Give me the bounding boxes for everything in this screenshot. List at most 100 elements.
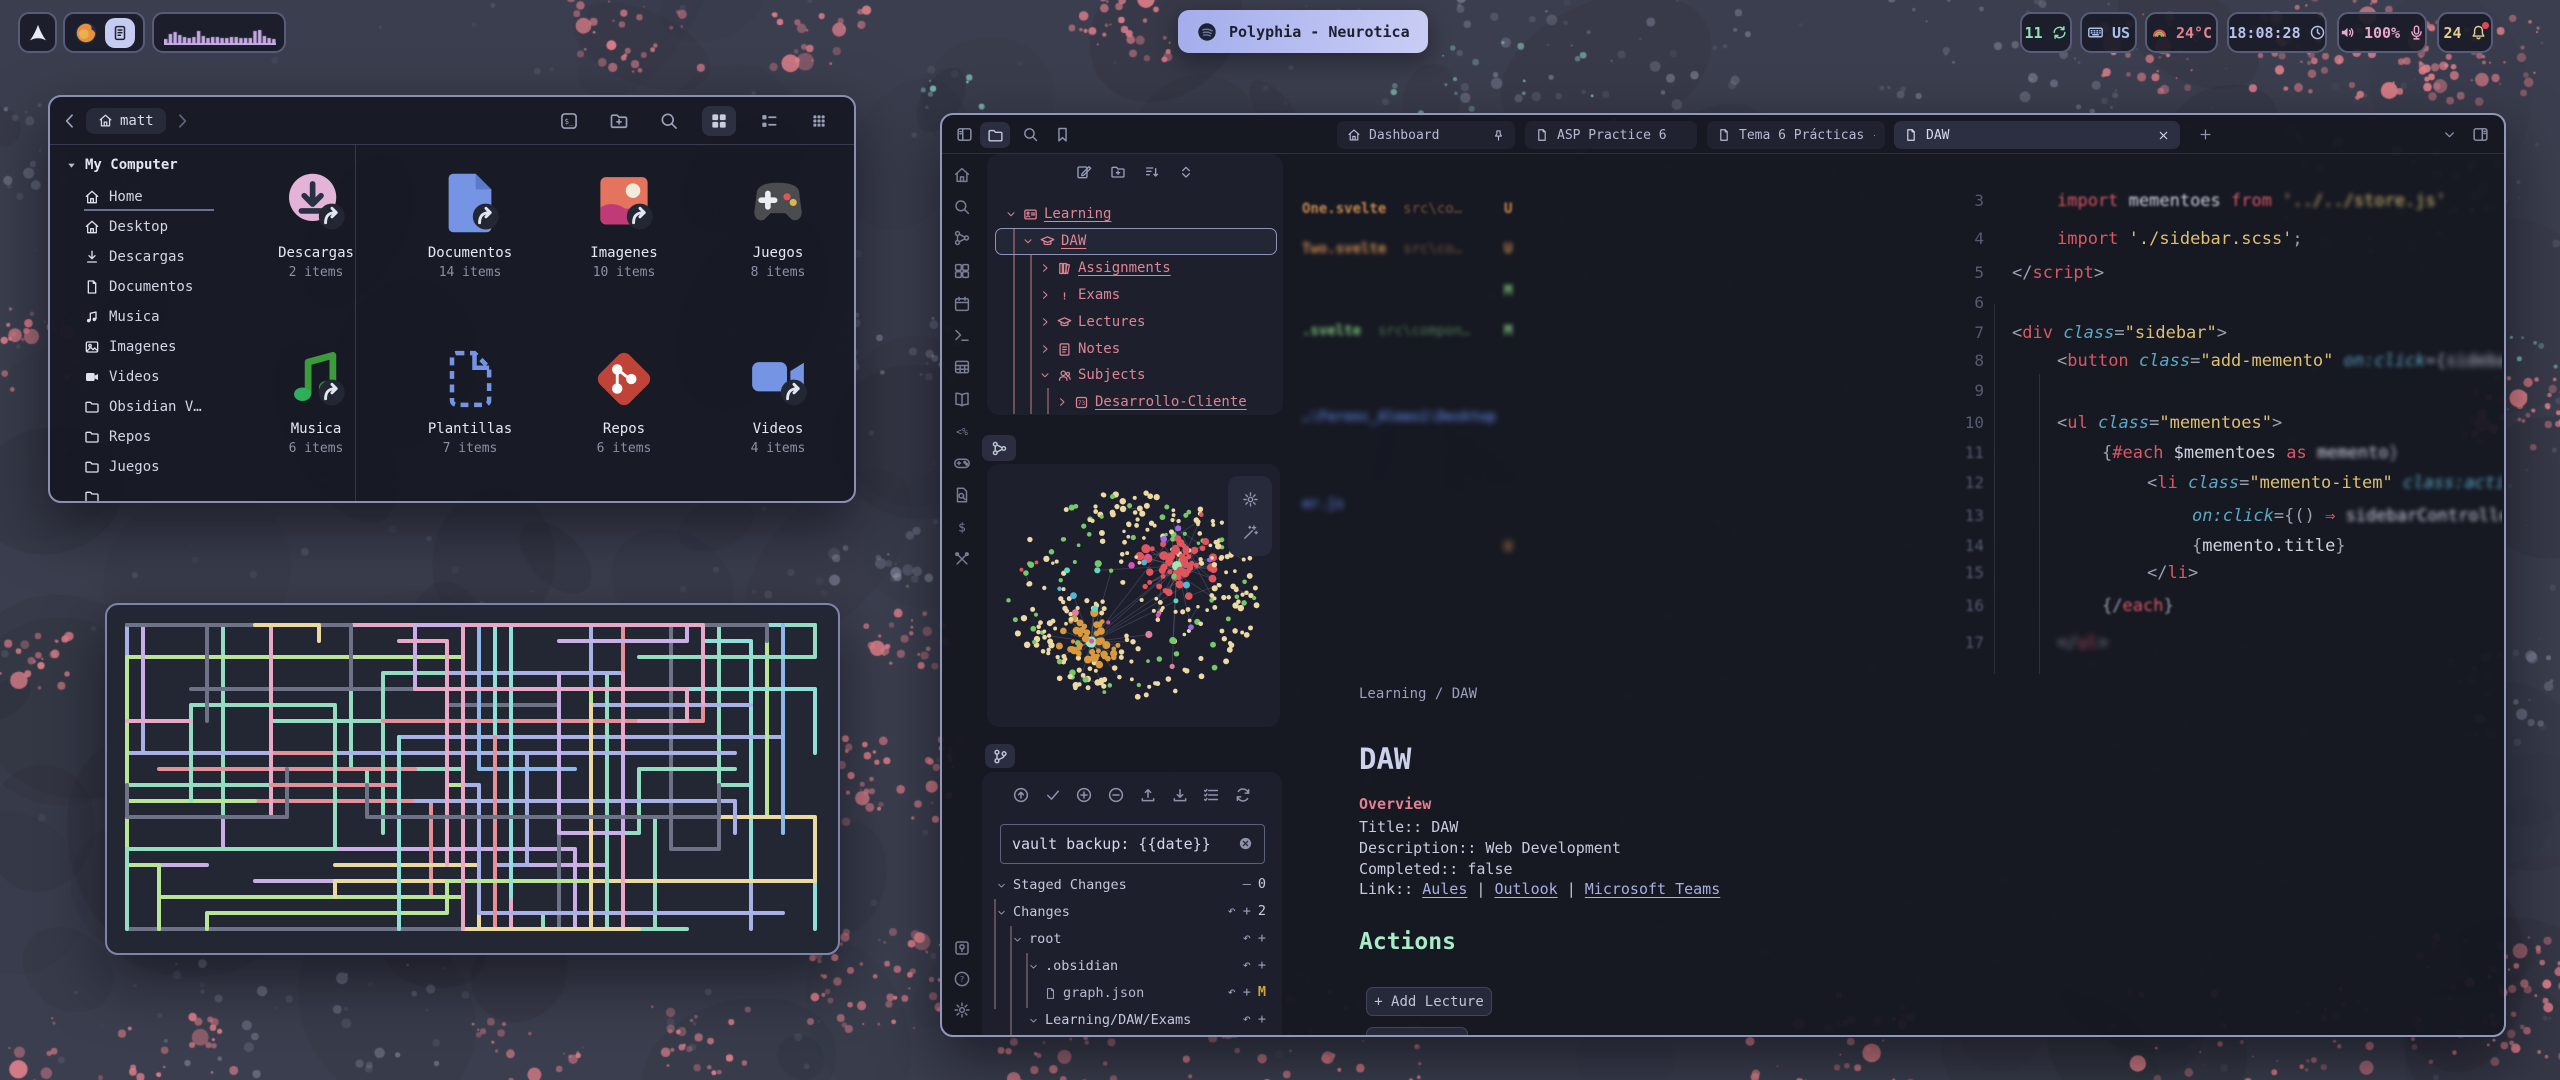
ribbon-file-search-icon[interactable] [953, 486, 971, 504]
chevron-down-icon[interactable] [1028, 961, 1039, 972]
chevron-right-icon[interactable] [1056, 396, 1068, 408]
tree-item-daw[interactable]: DAW [1022, 228, 1086, 254]
tree-item-learning[interactable]: Learning [1005, 201, 1111, 227]
ribbon-gamepad-icon[interactable] [953, 454, 971, 472]
ribbon-search-icon[interactable] [953, 198, 971, 216]
status-pill-keyboard-layout[interactable]: US [2080, 12, 2137, 53]
fm-tool-grid-view[interactable] [702, 106, 736, 136]
file-item-juegos[interactable]: Juegos8 items [703, 167, 853, 280]
note-editor-pane[interactable]: One.svelte src\co…UTwo.svelte src\co…UM.… [1292, 154, 2502, 1035]
stage-icon[interactable]: + [1258, 1011, 1266, 1027]
ribbon-book-icon[interactable] [953, 390, 971, 408]
chevron-down-icon[interactable] [1005, 208, 1017, 220]
git-row-actions[interactable]: ↶+ [1243, 1011, 1266, 1027]
close-icon[interactable] [2157, 129, 2170, 142]
graph-settings-gear-icon[interactable] [1242, 491, 1259, 508]
status-pill-volume[interactable]: 100% [2337, 12, 2427, 53]
sidebar-item-musica[interactable]: Musica [84, 302, 284, 332]
note-breadcrumb[interactable]: Learning / DAW [1359, 686, 1477, 702]
tree-item-notes[interactable]: Notes [1039, 336, 1120, 362]
note-link-outlook[interactable]: Outlook [1494, 880, 1557, 898]
ribbon-table-icon[interactable] [953, 358, 971, 376]
discard-icon[interactable]: ↶ [1243, 1011, 1251, 1027]
chevron-down-icon[interactable] [1039, 369, 1051, 381]
chevron-right-icon[interactable] [1039, 289, 1051, 301]
search-view-icon[interactable] [1022, 126, 1039, 143]
tab-dashboard[interactable]: Dashboard [1337, 121, 1515, 149]
tree-item-exams[interactable]: !Exams [1039, 282, 1120, 308]
ribbon-tools-icon[interactable] [953, 550, 971, 568]
graph-filter-wand-icon[interactable] [1242, 524, 1259, 541]
chevron-right-icon[interactable] [1039, 262, 1051, 274]
file-item-plantillas[interactable]: Plantillas7 items [395, 343, 545, 456]
note-link-microsoft-teams[interactable]: Microsoft Teams [1585, 880, 1720, 898]
action-button--add-lecture[interactable]: + Add Lecture [1366, 987, 1492, 1016]
tree-item-lectures[interactable]: Lectures [1039, 309, 1145, 335]
fm-tool-list-view[interactable] [752, 106, 786, 136]
status-pill-clock[interactable]: 18:08:28 [2227, 12, 2327, 53]
tab-daw[interactable]: DAW [1894, 121, 2180, 149]
git-row-learning-daw-exams[interactable]: Learning/DAW/Exams [1028, 1007, 1191, 1033]
new-tab-icon[interactable] [2198, 127, 2213, 142]
git-row-changes[interactable]: Changes [996, 899, 1070, 925]
forward-icon[interactable] [172, 111, 192, 131]
panel-right-toggle-icon[interactable] [2472, 126, 2489, 143]
stage-icon[interactable]: + [1243, 903, 1251, 919]
tab-tema-6-pr-cticas-[interactable]: Tema 6 Prácticas -… [1707, 121, 1885, 149]
git-row-actions[interactable]: ↶+ [1243, 957, 1266, 973]
sidebar-item-juegos[interactable]: Juegos [84, 452, 284, 482]
git-view-tab[interactable] [985, 744, 1015, 768]
breadcrumb[interactable]: matt [86, 108, 166, 134]
bookmarks-view-icon[interactable] [1054, 126, 1071, 143]
discard-icon[interactable]: ↶ [1228, 903, 1236, 919]
status-pill-updates[interactable]: 11 [2020, 12, 2072, 53]
note-link-aules[interactable]: Aules [1422, 880, 1467, 898]
stage-icon[interactable]: + [1258, 930, 1266, 946]
git-row-actions[interactable]: —0 [1243, 876, 1266, 892]
tree-item-subjects[interactable]: Subjects [1039, 362, 1145, 388]
stage-icon[interactable]: + [1258, 957, 1266, 973]
tab-asp-practice-6[interactable]: ASP Practice 6 [1525, 121, 1697, 149]
ribbon-dollar-icon[interactable]: $ [953, 518, 971, 536]
tab-list-chevron-icon[interactable] [2442, 127, 2457, 142]
fm-tool-terminal-badge[interactable]: $_ [552, 106, 586, 136]
git-row-staged-changes[interactable]: Staged Changes [996, 872, 1127, 898]
fm-tool-search[interactable] [652, 106, 686, 136]
ribbon-home-icon[interactable] [953, 166, 971, 184]
ribbon-help-icon[interactable]: ? [953, 970, 971, 988]
fm-tool-folder-plus[interactable] [602, 106, 636, 136]
ribbon-gear-icon[interactable] [953, 1001, 971, 1019]
action-button--add-note[interactable]: + Add Note [1366, 1027, 1468, 1035]
git-row-actions[interactable]: ↶+2 [1228, 903, 1266, 919]
file-item-documentos[interactable]: Documentos14 items [395, 167, 545, 280]
ribbon-calendar-icon[interactable] [953, 295, 971, 313]
tree-item-desarrollo-cliente[interactable]: 73Desarrollo-Cliente [1056, 389, 1247, 415]
now-playing-widget[interactable]: Polyphia - Neurotica [1178, 10, 1428, 53]
fm-tool-compact-view[interactable] [802, 106, 836, 136]
sidebar-item-more[interactable] [84, 482, 284, 501]
unstage-icon[interactable]: — [1243, 876, 1251, 892]
discard-icon[interactable]: ↶ [1228, 984, 1236, 1000]
file-item-descargas[interactable]: Descargas2 items [241, 167, 391, 280]
file-item-imagenes[interactable]: Imagenes10 items [549, 167, 699, 280]
git-row-actions[interactable]: ↶+M [1228, 984, 1266, 1000]
chevron-down-icon[interactable] [996, 880, 1007, 891]
file-item-musica[interactable]: Musica6 items [241, 343, 391, 456]
ribbon-terminal-icon[interactable] [953, 326, 971, 344]
status-pill-weather[interactable]: 24°C [2145, 12, 2218, 53]
git-row--obsidian[interactable]: .obsidian [1028, 953, 1118, 979]
graph-view-tab[interactable] [982, 435, 1016, 461]
active-app-chip[interactable] [105, 18, 135, 48]
discard-icon[interactable]: ↶ [1243, 957, 1251, 973]
ribbon-layout-grid-icon[interactable] [953, 262, 971, 280]
chevron-right-icon[interactable] [1039, 343, 1051, 355]
git-row-root[interactable]: root [1012, 926, 1062, 952]
git-row-graph-json[interactable]: graph.json [1044, 980, 1144, 1006]
chevron-right-icon[interactable] [1039, 316, 1051, 328]
git-row-actions[interactable]: ↶+ [1243, 930, 1266, 946]
panel-left-toggle-icon[interactable] [956, 126, 973, 143]
tree-item-assignments[interactable]: Assignments [1039, 255, 1171, 281]
files-view-button[interactable] [980, 122, 1010, 148]
app-launcher-button[interactable] [18, 12, 57, 53]
chevron-down-icon[interactable] [996, 907, 1007, 918]
